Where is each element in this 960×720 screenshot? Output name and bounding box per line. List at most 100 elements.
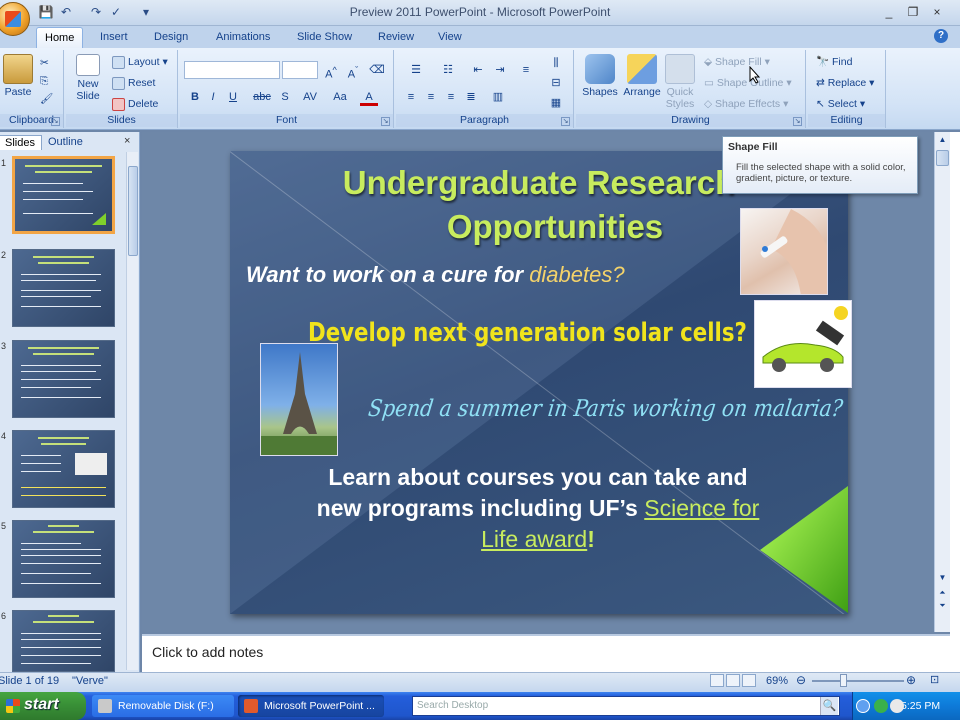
character-spacing-button[interactable]: AV — [298, 88, 322, 106]
shape-effects-button[interactable]: ◇ Shape Effects ▾ — [704, 95, 788, 113]
shrink-font-icon[interactable]: Aˇ — [344, 61, 362, 81]
slides-pane-scroll-thumb[interactable] — [128, 166, 138, 256]
smartart-icon[interactable]: ▦ — [546, 94, 566, 112]
new-slide-label-1: New — [77, 78, 99, 90]
align-left-icon[interactable]: ≡ — [402, 88, 420, 106]
search-icon[interactable]: 🔍 — [820, 697, 838, 715]
select-button[interactable]: ↖ Select ▾ — [816, 95, 865, 113]
tab-outline[interactable]: Outline — [42, 135, 89, 150]
slide-thumbnail-3[interactable] — [12, 340, 115, 418]
normal-view-icon[interactable] — [710, 674, 724, 687]
shadow-button[interactable]: S — [276, 88, 294, 106]
underline-button[interactable]: U — [224, 88, 242, 106]
cut-icon[interactable]: ✂ — [40, 54, 49, 72]
slide-vertical-scrollbar[interactable]: ▲ ▼ ⏶ ⏷ — [934, 132, 950, 632]
paste-button[interactable]: Paste — [2, 54, 34, 98]
quick-styles-label-2: Styles — [665, 98, 695, 110]
solar-car-image[interactable] — [754, 300, 852, 388]
drawing-launcher-icon[interactable]: ↘ — [793, 117, 802, 126]
justify-icon[interactable]: ≣ — [462, 88, 480, 106]
minimize-button[interactable]: _ — [880, 4, 898, 20]
security-icon[interactable] — [890, 699, 904, 713]
font-size-box[interactable] — [282, 61, 318, 79]
change-case-button[interactable]: Aa — [328, 88, 352, 106]
tray-expand-icon[interactable] — [856, 699, 870, 713]
clear-formatting-icon[interactable]: ⌫ — [368, 61, 386, 79]
tab-slide-show[interactable]: Slide Show — [289, 27, 360, 48]
slide-thumbnail-2[interactable] — [12, 249, 115, 327]
tab-review[interactable]: Review — [370, 27, 422, 48]
scroll-down-icon[interactable]: ▼ — [935, 572, 950, 584]
slide-scroll-thumb[interactable] — [936, 150, 949, 166]
align-right-icon[interactable]: ≡ — [442, 88, 460, 106]
delete-button[interactable]: Delete — [112, 95, 158, 113]
new-slide-button[interactable]: New Slide — [70, 54, 106, 102]
find-button[interactable]: 🔭 Find — [816, 53, 852, 71]
taskbar-removable-disk[interactable]: Removable Disk (F:) — [92, 695, 234, 717]
font-launcher-icon[interactable]: ↘ — [381, 117, 390, 126]
slide-thumbnail-1[interactable] — [12, 156, 115, 234]
font-name-box[interactable] — [184, 61, 280, 79]
pane-close-icon[interactable]: × — [124, 135, 130, 147]
format-painter-icon[interactable]: 🖌 — [40, 90, 53, 108]
close-button[interactable]: × — [928, 4, 946, 20]
start-button[interactable]: start — [0, 692, 86, 720]
science-for-life-link-2[interactable]: Life award — [481, 526, 587, 552]
slides-pane-scrollbar[interactable] — [126, 152, 138, 670]
slide-thumbnail-5[interactable] — [12, 520, 115, 598]
zoom-level[interactable]: 69% — [766, 675, 788, 687]
desktop-search-input[interactable]: Search Desktop — [412, 696, 840, 716]
taskbar-powerpoint[interactable]: Microsoft PowerPoint ... — [238, 695, 384, 717]
slide-show-view-icon[interactable] — [742, 674, 756, 687]
grow-font-icon[interactable]: A^ — [322, 61, 340, 81]
align-center-icon[interactable]: ≡ — [422, 88, 440, 106]
network-icon[interactable] — [874, 699, 888, 713]
zoom-in-icon[interactable]: ⊕ — [906, 673, 916, 687]
numbering-icon[interactable]: ☷ — [434, 61, 462, 79]
restore-button[interactable]: ❐ — [904, 4, 922, 20]
replace-button[interactable]: ⇄ Replace ▾ — [816, 74, 874, 92]
help-icon[interactable]: ? — [934, 29, 948, 43]
notes-pane[interactable]: Click to add notes — [142, 634, 950, 672]
slide-thumbnail-6[interactable] — [12, 610, 115, 672]
science-for-life-link-1[interactable]: Science for — [644, 495, 759, 521]
slide-thumbnail-4[interactable] — [12, 430, 115, 508]
copy-icon[interactable]: ⎘ — [40, 72, 48, 90]
arrange-button[interactable]: Arrange — [620, 54, 664, 98]
bullets-icon[interactable]: ☰ — [402, 61, 430, 79]
eiffel-tower-photo[interactable] — [260, 343, 338, 456]
finger-prick-photo[interactable] — [740, 208, 828, 295]
tab-animations[interactable]: Animations — [208, 27, 278, 48]
strikethrough-button[interactable]: abc — [250, 88, 274, 106]
line-spacing-icon[interactable]: ≡ — [514, 61, 538, 79]
previous-slide-icon[interactable]: ⏶ — [935, 587, 950, 599]
zoom-out-icon[interactable]: ⊖ — [796, 673, 806, 687]
zoom-slider[interactable] — [812, 680, 904, 682]
shape-outline-button[interactable]: ▭ Shape Outline ▾ — [704, 74, 792, 92]
tab-home[interactable]: Home — [36, 27, 84, 48]
tab-insert[interactable]: Insert — [92, 27, 136, 48]
italic-button[interactable]: I — [204, 88, 222, 106]
next-slide-icon[interactable]: ⏷ — [935, 600, 950, 612]
tab-slides[interactable]: Slides — [0, 135, 42, 150]
columns-icon[interactable]: ▥ — [486, 88, 510, 106]
text-direction-icon[interactable]: ⫼ — [546, 54, 566, 72]
reset-button[interactable]: Reset — [112, 74, 155, 92]
quick-styles-button[interactable]: Quick Styles — [664, 54, 696, 110]
decrease-indent-icon[interactable]: ⇤ — [468, 61, 488, 79]
shapes-button[interactable]: Shapes — [580, 54, 620, 98]
font-color-button[interactable]: A — [360, 88, 378, 106]
solar-car-drawing — [762, 306, 848, 372]
clipboard-launcher-icon[interactable]: ↘ — [51, 117, 60, 126]
fit-to-window-icon[interactable]: ⊡ — [930, 673, 939, 686]
tab-view[interactable]: View — [430, 27, 470, 48]
zoom-slider-thumb[interactable] — [840, 674, 847, 687]
increase-indent-icon[interactable]: ⇥ — [490, 61, 510, 79]
scroll-up-icon[interactable]: ▲ — [935, 132, 950, 147]
bold-button[interactable]: B — [186, 88, 204, 106]
tab-design[interactable]: Design — [146, 27, 196, 48]
layout-button[interactable]: Layout ▾ — [112, 53, 168, 71]
slide-sorter-view-icon[interactable] — [726, 674, 740, 687]
paragraph-launcher-icon[interactable]: ↘ — [561, 117, 570, 126]
align-text-icon[interactable]: ⊟ — [546, 74, 566, 92]
